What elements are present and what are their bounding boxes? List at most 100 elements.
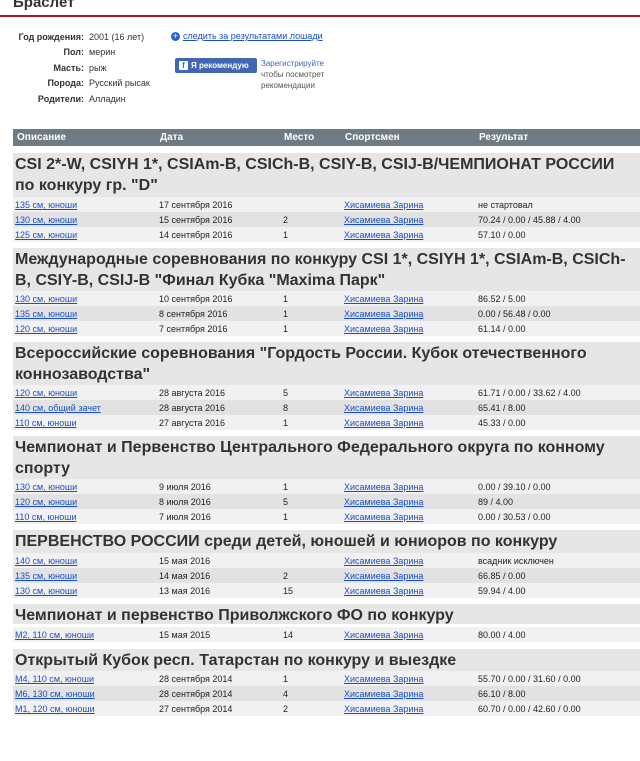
result-place: 1	[283, 294, 289, 304]
rider-link[interactable]: Хисамиева Зарина	[344, 497, 423, 507]
table-row: 130 см, юноши 9 июля 2016 1 Хисамиева Зарин…	[13, 479, 640, 494]
result-description-link[interactable]: 120 см, юноши	[15, 497, 77, 507]
info-value: Алладин	[89, 94, 126, 104]
rider-link[interactable]: Хисамиева Зарина	[344, 200, 423, 210]
competition-section: Открытый Кубок респ. Татарстан по конкур…	[13, 649, 640, 716]
result-description-link[interactable]: М2, 110 см, юноши	[15, 630, 94, 640]
table-row: 135 см, юноши 17 сентября 2016 Хисамиева З…	[13, 197, 640, 212]
rider-link[interactable]: Хисамиева Зарина	[344, 215, 423, 225]
result-description-link[interactable]: 130 см, юноши	[15, 215, 77, 225]
result-value: 55.70 / 0.00 / 31.60 / 0.00	[478, 674, 581, 684]
facebook-recommend-label: Я рекомендую	[191, 61, 249, 70]
result-description-link[interactable]: 130 см, юноши	[15, 586, 77, 596]
result-description-link[interactable]: 110 см, юноши	[15, 418, 77, 428]
facebook-signup-link[interactable]: Зарегистрируйте	[261, 59, 324, 68]
rider-link[interactable]: Хисамиева Зарина	[344, 309, 423, 319]
rider-link[interactable]: Хисамиева Зарина	[344, 674, 423, 684]
rider-link[interactable]: Хисамиева Зарина	[344, 704, 423, 714]
result-date: 14 мая 2016	[159, 571, 211, 581]
result-place: 14	[283, 630, 294, 640]
result-description-link[interactable]: 120 см, юноши	[15, 324, 77, 334]
plus-icon: +	[171, 31, 180, 42]
table-row: 130 см, юноши 10 сентября 2016 1 Хисамиева …	[13, 291, 640, 306]
follow-horse[interactable]: + следить за результатами лошади	[171, 31, 323, 42]
result-date: 15 мая 2016	[159, 556, 211, 566]
rider-link[interactable]: Хисамиева Зарина	[344, 630, 423, 640]
rider-link[interactable]: Хисамиева Зарина	[344, 403, 423, 413]
competition-section: Международные соревнования по конкуру CS…	[13, 248, 640, 336]
table-row: 130 см, юноши 13 мая 2016 15 Хисамиева Зари…	[13, 583, 640, 598]
result-value: 89 / 4.00	[478, 497, 514, 507]
result-description-link[interactable]: 135 см, юноши	[15, 571, 77, 581]
rider-link[interactable]: Хисамиева Зарина	[344, 230, 423, 240]
result-date: 8 сентября 2016	[159, 309, 228, 319]
result-date: 14 сентября 2016	[159, 230, 233, 240]
result-place: 2	[283, 215, 289, 225]
follow-results-link[interactable]: следить за результатами лошади	[183, 31, 323, 41]
column-place: Место	[284, 132, 315, 143]
result-date: 28 августа 2016	[159, 403, 226, 413]
result-description-link[interactable]: 120 см, юноши	[15, 388, 77, 398]
competition-title: ПЕРВЕНСТВО РОССИИ среди детей, юношей и …	[15, 533, 558, 550]
result-date: 15 мая 2015	[159, 630, 211, 640]
column-date: Дата	[160, 132, 184, 143]
horse-name: Браслет	[13, 0, 75, 11]
table-row: 110 см, юноши 7 июля 2016 1 Хисамиева Зарин…	[13, 509, 640, 524]
rider-link[interactable]: Хисамиева Зарина	[344, 571, 423, 581]
result-value: 57.10 / 0.00	[478, 230, 526, 240]
result-place: 1	[283, 324, 289, 334]
rider-link[interactable]: Хисамиева Зарина	[344, 388, 423, 398]
table-row: 130 см, юноши 15 сентября 2016 2 Хисамиева …	[13, 212, 640, 227]
result-description-link[interactable]: 110 см, юноши	[15, 512, 77, 522]
result-description-link[interactable]: 135 см, юноши	[15, 200, 77, 210]
table-row: М1, 120 см, юноши 27 сентября 2014 2 Хисами…	[13, 701, 640, 716]
result-value: 0.00 / 39.10 / 0.00	[478, 482, 551, 492]
result-description-link[interactable]: М6, 130 см, юноши	[15, 689, 95, 699]
rider-link[interactable]: Хисамиева Зарина	[344, 586, 423, 596]
result-place: 1	[283, 309, 289, 319]
result-date: 27 сентября 2014	[159, 704, 233, 714]
facebook-recommend-button[interactable]: fЯ рекомендую	[175, 58, 257, 73]
result-description-link[interactable]: М4, 110 см, юноши	[15, 674, 94, 684]
result-date: 28 августа 2016	[159, 388, 226, 398]
result-description-link[interactable]: 130 см, юноши	[15, 294, 77, 304]
table-row: М2, 110 см, юноши 15 мая 2015 14 Хисамиева …	[13, 627, 640, 642]
rider-link[interactable]: Хисамиева Зарина	[344, 294, 423, 304]
result-place: 15	[283, 586, 294, 596]
result-date: 13 мая 2016	[159, 586, 211, 596]
result-description-link[interactable]: М1, 120 см, юноши	[15, 704, 95, 714]
rider-link[interactable]: Хисамиева Зарина	[344, 556, 423, 566]
rider-link[interactable]: Хисамиева Зарина	[344, 418, 423, 428]
info-label: Родители:	[37, 94, 84, 104]
result-description-link[interactable]: 140 см, общий зачет	[15, 403, 101, 413]
result-place: 1	[283, 512, 289, 522]
table-row: 140 см, общий зачет 28 августа 2016 8 Хисам…	[13, 400, 640, 415]
rider-link[interactable]: Хисамиева Зарина	[344, 482, 423, 492]
column-result: Результат	[479, 132, 529, 143]
info-label: Год рождения:	[18, 32, 84, 42]
title-bar: Браслет	[0, 0, 640, 17]
rider-link[interactable]: Хисамиева Зарина	[344, 512, 423, 522]
table-row: 125 см, юноши 14 сентября 2016 1 Хисамиева …	[13, 227, 640, 242]
result-place: 2	[283, 704, 289, 714]
result-date: 15 сентября 2016	[159, 215, 233, 225]
result-description-link[interactable]: 140 см, юноши	[15, 556, 77, 566]
result-place: 1	[283, 418, 289, 428]
result-value: всадник исключен	[478, 556, 554, 566]
competition-title: Всероссийские соревнования "Гордость Рос…	[15, 345, 587, 383]
result-value: 0.00 / 56.48 / 0.00	[478, 309, 551, 319]
result-value: 60.70 / 0.00 / 42.60 / 0.00	[478, 704, 581, 714]
rider-link[interactable]: Хисамиева Зарина	[344, 324, 423, 334]
result-description-link[interactable]: 135 см, юноши	[15, 309, 77, 319]
result-date: 28 сентября 2014	[159, 674, 233, 684]
result-description-link[interactable]: 130 см, юноши	[15, 482, 77, 492]
result-description-link[interactable]: 125 см, юноши	[15, 230, 77, 240]
result-date: 7 сентября 2016	[159, 324, 228, 334]
facebook-icon: f	[179, 61, 188, 71]
result-date: 28 сентября 2014	[159, 689, 233, 699]
table-row: 135 см, юноши 8 сентября 2016 1 Хисамиева З…	[13, 306, 640, 321]
rider-link[interactable]: Хисамиева Зарина	[344, 689, 423, 699]
facebook-note: Зарегистрируйте чтобы посмотрет рекоменд…	[261, 58, 341, 91]
table-row: М6, 130 см, юноши 28 сентября 2014 4 Хисами…	[13, 686, 640, 701]
competition-title: Чемпионат и Первенство Центрального Феде…	[15, 439, 605, 477]
